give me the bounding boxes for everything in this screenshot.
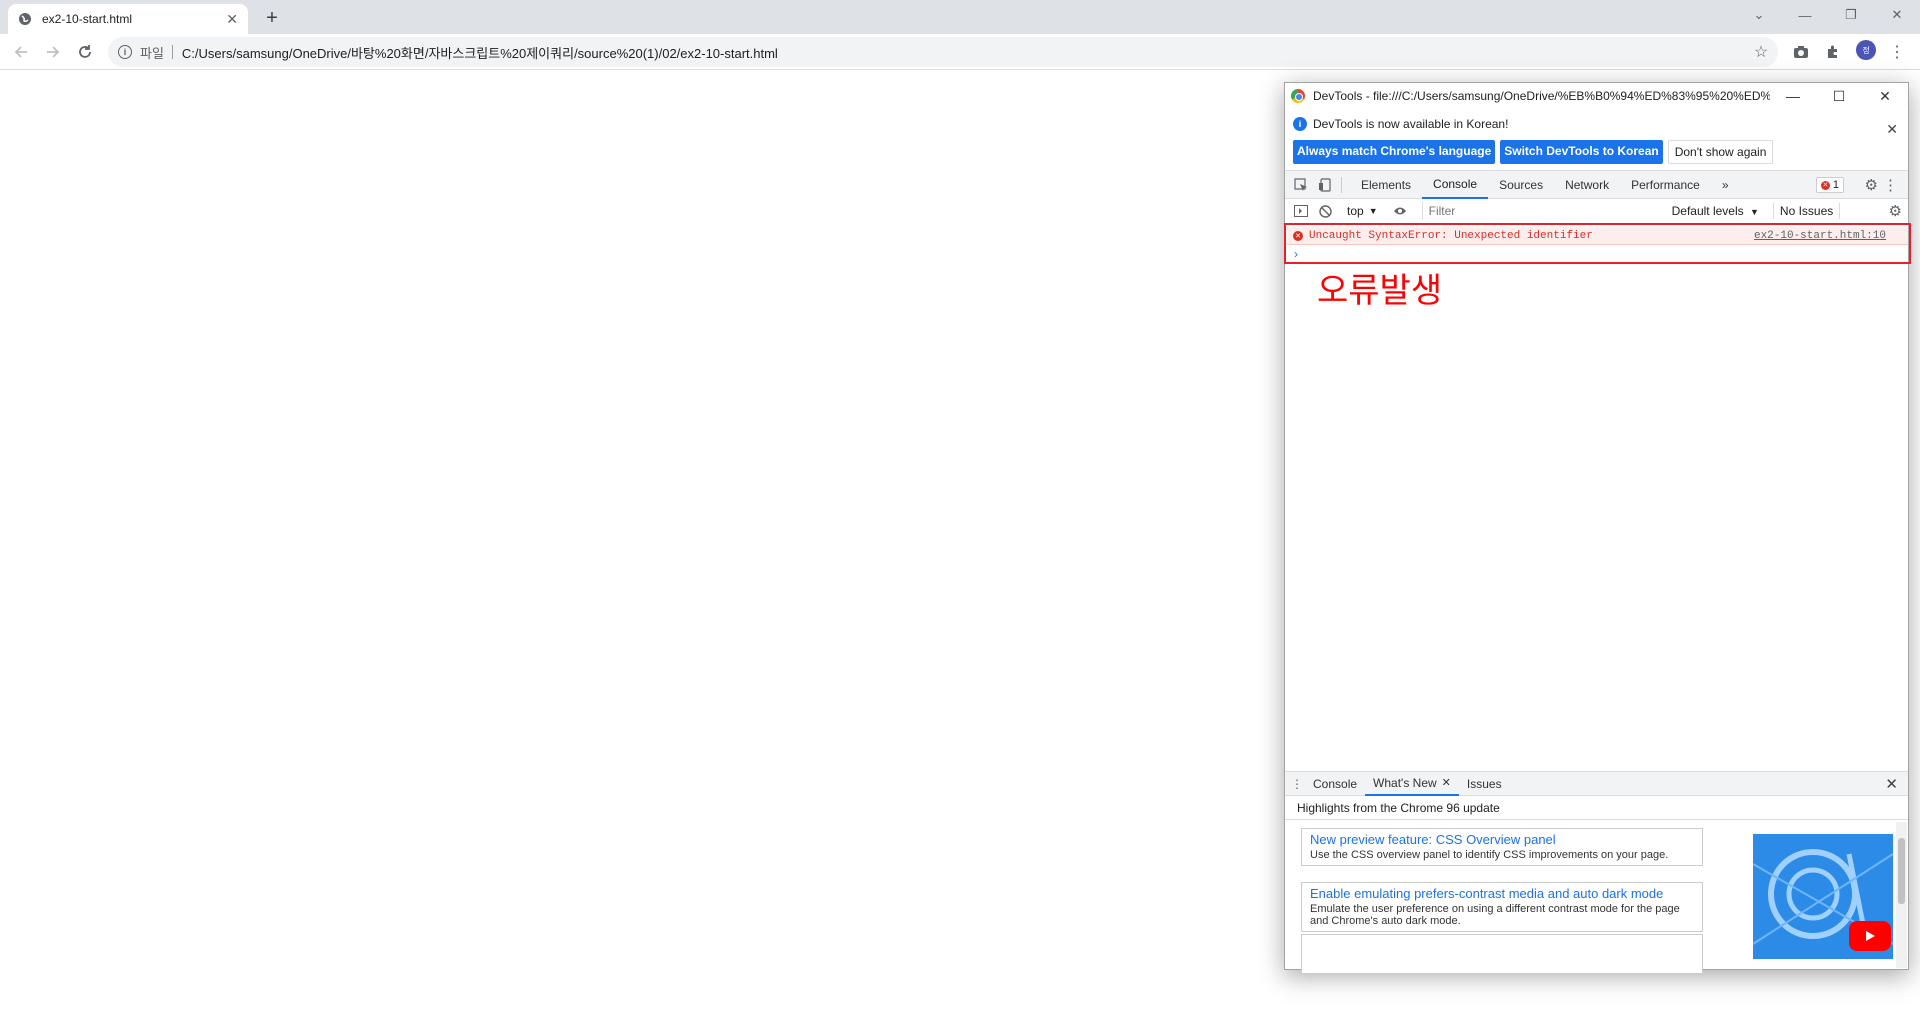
inspect-element-icon[interactable] [1293,177,1309,193]
devtools-titlebar: DevTools - file:///C:/Users/samsung/OneD… [1285,83,1908,109]
drawer-tab-console[interactable]: Console [1305,772,1365,796]
devtools-close-button[interactable]: ✕ [1862,88,1908,105]
infobar-close-icon[interactable]: ✕ [1886,121,1898,138]
error-source-link[interactable]: ex2-10-start.html:10 [1754,230,1886,242]
devtools-menu-kebab-icon[interactable]: ⋮ [1883,176,1898,194]
scrollbar-thumb[interactable] [1898,838,1905,904]
card-title[interactable]: New preview feature: CSS Overview panel [1310,832,1694,847]
devtools-drawer: ⋮ Console What's New ✕ Issues ✕ Highligh… [1285,771,1908,974]
drawer-menu-kebab-icon[interactable]: ⋮ [1289,777,1305,791]
address-separator [171,45,173,59]
reload-icon [79,45,91,58]
close-window-button[interactable]: ✕ [1874,0,1920,30]
tab-network[interactable]: Network [1554,171,1620,199]
address-chip: 파일 [140,45,164,61]
device-toolbar-icon[interactable] [1317,177,1333,193]
error-annotation: 오류발생 [1317,271,1443,311]
site-info-icon[interactable]: i [118,45,132,59]
globe-icon [19,13,31,25]
whats-new-card[interactable]: Enable emulating prefers-contrast media … [1301,882,1703,932]
restore-button[interactable]: ❐ [1828,0,1874,30]
reload-button[interactable] [74,41,96,63]
error-icon: ✕ [1820,180,1830,190]
whats-new-heading: Highlights from the Chrome 96 update [1285,796,1908,820]
video-thumbnail[interactable] [1753,834,1893,959]
browser-tab[interactable]: ex2-10-start.html ✕ [8,4,248,34]
bookmark-star-icon[interactable]: ☆ [1752,43,1770,61]
drawer-scrollbar[interactable] [1896,822,1907,968]
log-levels-dropdown[interactable]: Default levels ▼ [1672,204,1759,218]
whats-new-card[interactable] [1301,934,1703,974]
drawer-close-icon[interactable]: ✕ [1885,775,1898,793]
context-selector[interactable]: top ▼ [1347,204,1378,218]
drawer-tab-issues[interactable]: Issues [1459,772,1510,796]
context-value: top [1347,204,1364,218]
error-count: 1 [1832,179,1839,191]
devtools-minimize-button[interactable]: — [1770,88,1816,104]
infobar-message: DevTools is now available in Korean! [1313,117,1509,131]
profile-avatar[interactable]: 정 [1856,40,1876,60]
issues-button[interactable]: No Issues [1772,203,1841,219]
card-title[interactable]: Enable emulating prefers-contrast media … [1310,886,1694,901]
new-tab-button[interactable]: + [260,6,284,30]
switch-korean-button[interactable]: Switch DevTools to Korean [1500,140,1663,164]
devtools-tabbar: Elements Console Sources Network Perform… [1285,171,1908,199]
screenshot-camera-icon[interactable] [1792,43,1810,61]
chrome-logo-icon [1291,89,1305,103]
dropdown-arrow-icon: ▼ [1750,207,1759,217]
error-text: Uncaught SyntaxError: Unexpected identif… [1309,229,1593,242]
clear-console-icon[interactable] [1317,203,1333,219]
drawer-tab-label: What's New [1373,775,1437,790]
log-levels-label: Default levels [1671,204,1744,218]
tab-elements[interactable]: Elements [1350,171,1422,199]
arrow-right-icon [47,46,60,58]
drawer-tab-whats-new[interactable]: What's New ✕ [1365,772,1459,796]
whats-new-card[interactable]: New preview feature: CSS Overview panel … [1301,828,1703,866]
devtools-window: DevTools - file:///C:/Users/samsung/OneD… [1284,82,1911,974]
card-description: Use the CSS overview panel to identify C… [1310,849,1669,861]
match-language-button[interactable]: Always match Chrome's language [1293,140,1496,164]
tab-title: ex2-10-start.html [42,12,133,26]
menu-kebab-icon[interactable]: ⋮ [1888,43,1906,61]
tab-sources[interactable]: Sources [1488,171,1554,199]
error-highlight-box: ✕ Uncaught SyntaxError: Unexpected ident… [1284,223,1911,264]
error-icon: ✕ [1293,230,1303,241]
info-icon: i [1293,117,1307,131]
address-bar[interactable]: i 파일 C:/Users/samsung/OneDrive/바탕%20화면/자… [108,37,1778,67]
dont-show-again-button[interactable]: Don't show again [1667,140,1774,164]
devtools-window-title: DevTools - file:///C:/Users/samsung/OneD… [1313,89,1770,103]
tab-close-icon[interactable]: ✕ [226,11,238,28]
tab-search-chevron-icon[interactable]: ⌄ [1736,0,1782,30]
forward-button[interactable] [42,41,64,63]
console-filterbar: top ▼ Default levels ▼ No Issues ⚙ [1285,199,1908,224]
console-filter-input[interactable] [1421,202,1666,220]
youtube-play-icon[interactable] [1849,921,1891,951]
tab-console[interactable]: Console [1422,171,1489,199]
drawer-tabbar: ⋮ Console What's New ✕ Issues ✕ [1285,772,1908,796]
console-prompt[interactable]: › [1294,247,1298,261]
settings-gear-icon[interactable]: ⚙ [1865,176,1878,194]
drawer-tab-close-icon[interactable]: ✕ [1442,776,1451,789]
extensions-puzzle-icon[interactable] [1824,43,1842,61]
back-button[interactable] [10,41,32,63]
error-count-badge[interactable]: ✕ 1 [1815,177,1844,193]
browser-toolbar: i 파일 C:/Users/samsung/OneDrive/바탕%20화면/자… [0,34,1920,70]
more-tabs-chevron-icon[interactable]: » [1711,171,1740,199]
tab-performance[interactable]: Performance [1620,171,1711,199]
live-expression-eye-icon[interactable] [1392,203,1408,219]
console-settings-gear-icon[interactable]: ⚙ [1889,202,1902,220]
card-description: Emulate the user preference on using a d… [1310,903,1680,927]
language-infobar: i DevTools is now available in Korean! ✕… [1285,109,1908,171]
console-error-message[interactable]: ✕ Uncaught SyntaxError: Unexpected ident… [1287,227,1908,245]
arrow-left-icon [14,46,27,58]
tab-strip: ex2-10-start.html ✕ + ⌄ — ❐ ✕ [0,0,1920,34]
minimize-button[interactable]: — [1782,0,1828,30]
url-text: C:/Users/samsung/OneDrive/바탕%20화면/자바스크립트… [181,45,778,61]
tabbar-divider [1341,176,1342,193]
dropdown-arrow-icon: ▼ [1368,206,1378,216]
sidebar-toggle-icon[interactable] [1293,203,1309,219]
devtools-maximize-button[interactable]: ☐ [1816,88,1862,105]
